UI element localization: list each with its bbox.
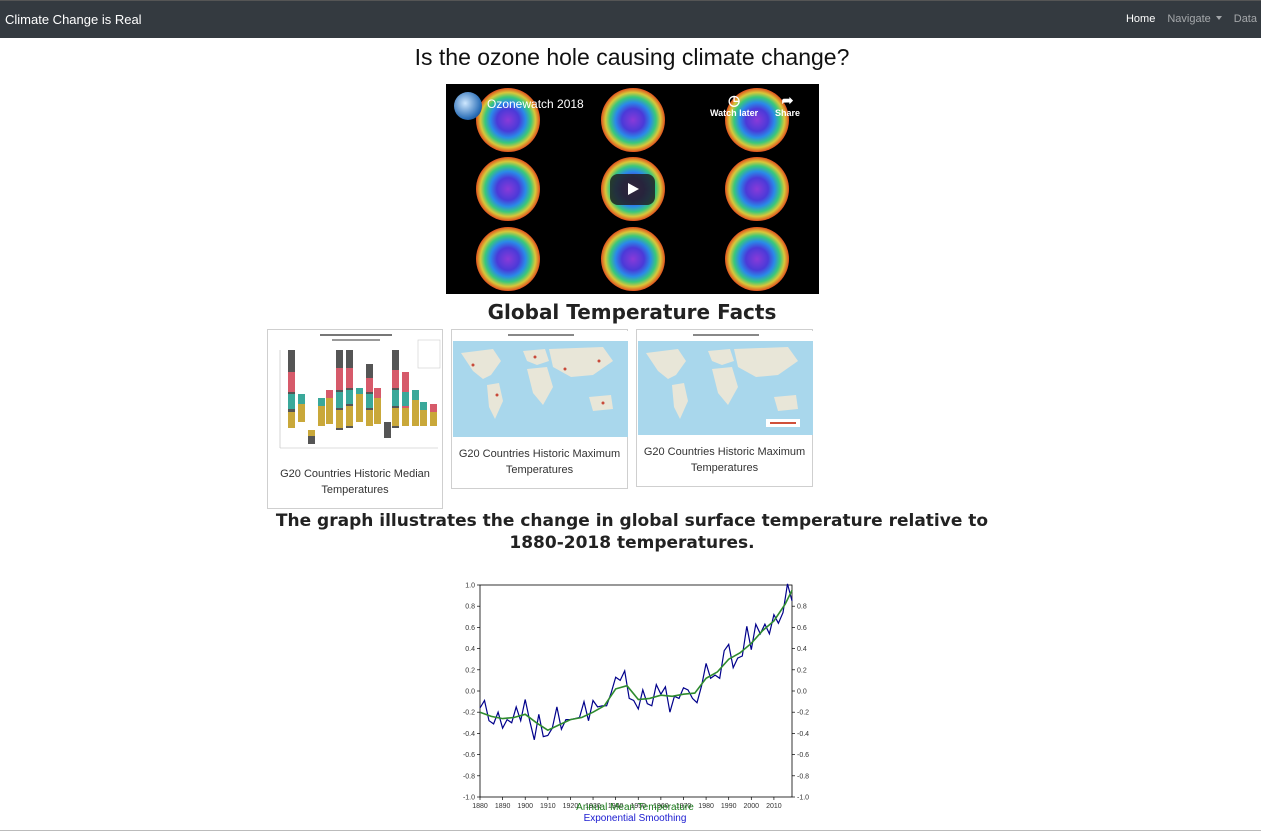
fact-card-median[interactable]: G20 Countries Historic Median Temperatur… <box>267 329 443 509</box>
fact-card-maximum[interactable]: G20 Countries Historic Maximum Temperatu… <box>451 329 628 489</box>
channel-avatar-icon[interactable] <box>454 92 482 120</box>
right-y-tick-label: -1.0 <box>797 795 809 802</box>
right-y-tick-label: 0.6 <box>797 625 807 632</box>
navbar-links: Home Navigate Data <box>1114 13 1257 25</box>
facts-heading: Global Temperature Facts <box>487 300 777 324</box>
video-title[interactable]: Ozonewatch 2018 <box>487 97 584 111</box>
y-tick-label: -0.6 <box>463 752 475 759</box>
right-y-tick-label: -0.2 <box>797 710 809 717</box>
fact-card-caption: G20 Countries Historic Maximum Temperatu… <box>458 448 621 476</box>
y-tick-label: -0.4 <box>463 731 475 738</box>
share-label: Share <box>775 108 801 118</box>
share-button[interactable]: ➦ Share <box>775 92 800 118</box>
right-y-tick-label: 0.0 <box>797 689 807 696</box>
fact-card-caption: G20 Countries Historic Median Temperatur… <box>280 468 430 496</box>
temperature-line-chart: -1.0 -0.8 -0.6 -0.4 -0.2 0.0 0.2 0.4 0.6 0.8 1.0 -1… <box>463 583 809 811</box>
right-y-tick-label: 0.4 <box>797 646 807 653</box>
y-tick-label: 0.8 <box>465 604 475 611</box>
nav-dropdown-label: Navigate <box>1167 13 1211 25</box>
nav-link-home[interactable]: Home <box>1126 13 1155 25</box>
y-tick-label: -1.0 <box>463 795 475 802</box>
plot-frame <box>479 584 793 798</box>
right-y-tick-label: -0.8 <box>797 773 809 780</box>
nav-dropdown-navigate[interactable]: Navigate <box>1167 13 1222 25</box>
legend-box <box>417 339 441 369</box>
chart-series <box>479 583 793 740</box>
median-temperature-chart-thumbnail <box>270 332 442 458</box>
world-map-thumbnail <box>638 331 813 435</box>
globe-row-3 <box>476 227 789 291</box>
fact-card-caption: G20 Countries Historic Maximum Temperatu… <box>643 446 806 474</box>
page-bottom-border <box>0 830 1261 834</box>
video-embed[interactable]: Ozonewatch 2018 ◷ Watch later ➦ Share <box>446 84 819 294</box>
watch-later-button[interactable]: ◷ Watch later <box>710 92 758 118</box>
graph-heading: The graph illustrates the change in glob… <box>275 511 989 553</box>
clock-icon: ◷ <box>727 92 741 108</box>
y-tick-label: 0.2 <box>465 667 475 674</box>
right-y-tick-label: -0.4 <box>797 731 809 738</box>
share-arrow-icon: ➦ <box>781 92 794 108</box>
world-map-thumbnail <box>453 331 628 437</box>
right-y-tick-label: 0.8 <box>797 604 807 611</box>
top-navbar: Climate Change is Real Home Navigate Dat… <box>0 0 1261 38</box>
nav-link-data[interactable]: Data <box>1234 13 1257 25</box>
caret-down-icon <box>1215 16 1222 20</box>
fact-card-maximum-2[interactable]: G20 Countries Historic Maximum Temperatu… <box>636 329 813 487</box>
right-y-tick-label: -0.6 <box>797 752 809 759</box>
y-tick-label: 1.0 <box>465 583 475 590</box>
y-tick-label: 0.4 <box>465 646 475 653</box>
page-title: Is the ozone hole causing climate change… <box>414 44 850 70</box>
legend-annual-mean: Annual Mean Temperature <box>576 802 694 813</box>
y-tick-label: 0.6 <box>465 625 475 632</box>
y-tick-label: -0.2 <box>463 710 475 717</box>
y-tick-label: 0.0 <box>465 689 475 696</box>
play-button[interactable] <box>610 174 655 205</box>
legend-exponential-smoothing: Exponential Smoothing <box>583 813 687 824</box>
watch-later-label: Watch later <box>710 108 759 118</box>
right-y-tick-label: 0.2 <box>797 667 807 674</box>
navbar-brand[interactable]: Climate Change is Real <box>5 12 142 27</box>
y-tick-label: -0.8 <box>463 773 475 780</box>
